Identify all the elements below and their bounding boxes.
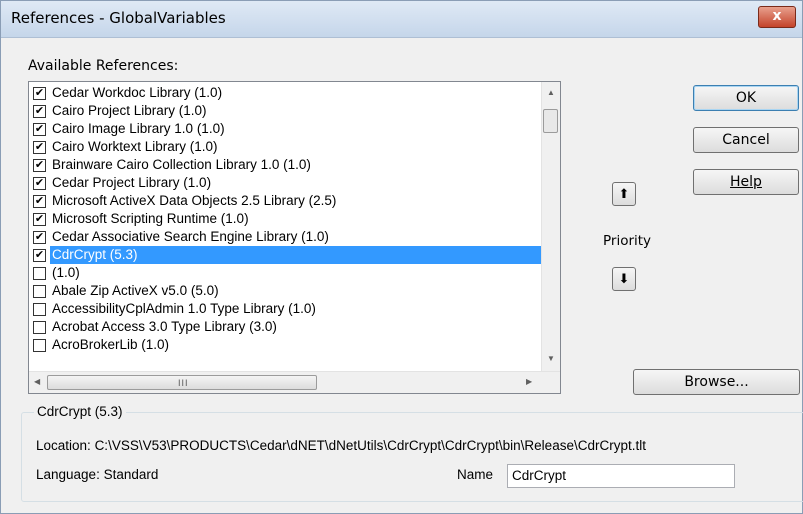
checkbox-checked[interactable]: ✔ (33, 123, 46, 136)
horizontal-scroll-thumb[interactable]: III (47, 375, 317, 390)
arrow-down-icon: ⬇ (618, 271, 630, 286)
reference-item[interactable]: ✔ Cedar Associative Search Engine Library… (29, 228, 542, 246)
checkbox-checked[interactable]: ✔ (33, 195, 46, 208)
reference-item[interactable]: ✔ Microsoft ActiveX Data Objects 2.5 Libr… (29, 192, 542, 210)
scroll-left-icon[interactable]: ◀ (34, 377, 40, 386)
reference-label: CdrCrypt (5.3) (50, 246, 542, 264)
reference-label: AccessibilityCplAdmin 1.0 Type Library (… (52, 301, 316, 316)
checkbox-unchecked[interactable] (33, 303, 46, 316)
close-icon: x (772, 8, 782, 24)
reference-label: (1.0) (52, 265, 80, 280)
reference-label: Brainware Cairo Collection Library 1.0 (… (52, 157, 311, 172)
references-list: ✔ Cedar Workdoc Library (1.0) ✔ Cairo Proje… (29, 82, 542, 372)
scroll-up-icon[interactable]: ▲ (547, 88, 555, 97)
checkbox-checked[interactable]: ✔ (33, 87, 46, 100)
checkbox-unchecked[interactable] (33, 285, 46, 298)
reference-label: Abale Zip ActiveX v5.0 (5.0) (52, 283, 219, 298)
title-bar[interactable]: References - GlobalVariables x (1, 1, 802, 38)
name-label: Name (457, 467, 494, 482)
location-value: C:\VSS\V53\PRODUCTS\Cedar\dNET\dNetUtils… (94, 438, 646, 453)
reference-item[interactable]: ✔ Cedar Project Library (1.0) (29, 174, 542, 192)
checkbox-unchecked[interactable] (33, 339, 46, 352)
reference-label: Microsoft Scripting Runtime (1.0) (52, 211, 249, 226)
reference-item[interactable]: AccessibilityCplAdmin 1.0 Type Library (… (29, 300, 542, 318)
window-title: References - GlobalVariables (11, 9, 226, 27)
reference-item[interactable]: ✔ Cairo Worktext Library (1.0) (29, 138, 542, 156)
close-button[interactable]: x (758, 6, 796, 28)
checkbox-checked[interactable]: ✔ (33, 249, 46, 262)
checkbox-unchecked[interactable] (33, 267, 46, 280)
checkbox-unchecked[interactable] (33, 321, 46, 334)
checkbox-checked[interactable]: ✔ (33, 213, 46, 226)
arrow-up-icon: ⬆ (618, 186, 630, 201)
reference-item[interactable]: Abale Zip ActiveX v5.0 (5.0) (29, 282, 542, 300)
reference-item[interactable]: ✔ Microsoft Scripting Runtime (1.0) (29, 210, 542, 228)
reference-label: Cedar Associative Search Engine Library … (52, 229, 329, 244)
reference-item[interactable]: Acrobat Access 3.0 Type Library (3.0) (29, 318, 542, 336)
horizontal-scrollbar[interactable]: ◀ III ▶ (29, 371, 560, 393)
group-title: CdrCrypt (5.3) (34, 404, 126, 419)
vertical-scrollbar[interactable]: ▲ ▼ (541, 82, 560, 372)
reference-item[interactable]: ✔ Cairo Image Library 1.0 (1.0) (29, 120, 542, 138)
reference-label: Cedar Workdoc Library (1.0) (52, 85, 223, 100)
cancel-button[interactable]: Cancel (693, 127, 799, 153)
scroll-right-icon[interactable]: ▶ (526, 377, 532, 386)
reference-label: AcroBrokerLib (1.0) (52, 337, 170, 352)
reference-label: Cairo Project Library (1.0) (52, 103, 207, 118)
location-row: Location: C:\VSS\V53\PRODUCTS\Cedar\dNET… (36, 438, 646, 453)
browse-label: Browse... (684, 374, 749, 390)
language-row: Language: Standard (36, 467, 158, 482)
checkbox-checked[interactable]: ✔ (33, 159, 46, 172)
location-label: Location: (36, 438, 91, 453)
reference-item[interactable]: ✔ CdrCrypt (5.3) (29, 246, 542, 264)
reference-item[interactable]: ✔ Cedar Workdoc Library (1.0) (29, 84, 542, 102)
help-button[interactable]: Help (693, 169, 799, 195)
reference-label: Cairo Image Library 1.0 (1.0) (52, 121, 225, 136)
browse-button[interactable]: Browse... (633, 369, 800, 395)
reference-item[interactable]: (1.0) (29, 264, 542, 282)
ok-button[interactable]: OK (693, 85, 799, 111)
reference-item[interactable]: ✔ Cairo Project Library (1.0) (29, 102, 542, 120)
priority-up-button[interactable]: ⬆ (612, 182, 636, 206)
priority-down-button[interactable]: ⬇ (612, 267, 636, 291)
help-label: Help (730, 174, 762, 190)
vertical-scroll-thumb[interactable] (543, 109, 558, 133)
reference-label: Cedar Project Library (1.0) (52, 175, 212, 190)
checkbox-checked[interactable]: ✔ (33, 141, 46, 154)
reference-label: Microsoft ActiveX Data Objects 2.5 Libra… (52, 193, 337, 208)
reference-label: Acrobat Access 3.0 Type Library (3.0) (52, 319, 277, 334)
language-label: Language: (36, 467, 100, 482)
references-listbox[interactable]: ✔ Cedar Workdoc Library (1.0) ✔ Cairo Proje… (28, 81, 561, 394)
reference-item[interactable]: ✔ Brainware Cairo Collection Library 1.0 … (29, 156, 542, 174)
name-field[interactable]: CdrCrypt (507, 464, 735, 488)
checkbox-checked[interactable]: ✔ (33, 231, 46, 244)
references-dialog: References - GlobalVariables x Available… (0, 0, 803, 514)
scroll-down-icon[interactable]: ▼ (547, 354, 555, 363)
reference-label: Cairo Worktext Library (1.0) (52, 139, 218, 154)
language-value: Standard (103, 467, 159, 482)
priority-label: Priority (603, 233, 652, 249)
checkbox-checked[interactable]: ✔ (33, 177, 46, 190)
reference-details-group (21, 412, 803, 502)
checkbox-checked[interactable]: ✔ (33, 105, 46, 118)
reference-item[interactable]: AcroBrokerLib (1.0) (29, 336, 542, 354)
scroll-grip-icon: III (178, 378, 189, 388)
available-references-label: Available References: (28, 58, 179, 74)
